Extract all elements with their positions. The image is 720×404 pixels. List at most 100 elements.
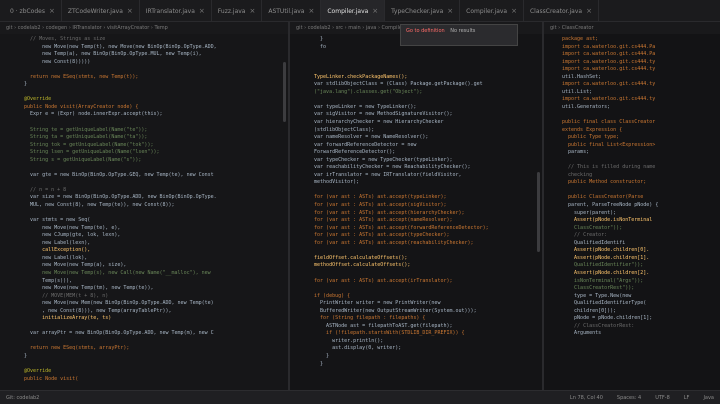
code-line[interactable]: ForwardReferenceDetector(); <box>290 149 542 157</box>
breadcrumb-left[interactable]: git › codelab2 › codegen › IRTranslator … <box>0 22 288 34</box>
code-line[interactable]: new Label(lexn), <box>0 240 288 248</box>
status-item[interactable]: LF <box>684 395 690 401</box>
close-icon[interactable]: × <box>249 7 255 15</box>
code-line[interactable]: import ca.waterloo.git.cs444.Pa <box>544 51 720 59</box>
code-line[interactable]: util.HashSet; <box>544 74 720 82</box>
code-line[interactable]: public Type type; <box>544 134 720 142</box>
code-line[interactable] <box>290 187 542 195</box>
code-line[interactable] <box>544 111 720 119</box>
code-line[interactable] <box>0 66 288 74</box>
code-line[interactable]: BufferedWriter(new OutputStreamWriter(Sy… <box>290 308 542 316</box>
code-line[interactable]: new CJump(gte, lok, lexn), <box>0 232 288 240</box>
code-line[interactable] <box>544 157 720 165</box>
code-line[interactable]: new Move(new Temp(tm), new Temp(te)), <box>0 285 288 293</box>
tab-8[interactable]: ClassCreator.java × <box>524 0 599 21</box>
close-icon[interactable]: × <box>447 7 453 15</box>
code-line[interactable] <box>0 210 288 218</box>
code-line[interactable]: for (var ast : ASTs) ast.accept(irTransl… <box>290 278 542 286</box>
code-line[interactable]: new Label(lok), <box>0 255 288 263</box>
code-line[interactable]: String s = getUniqueLabel(Name("s")); <box>0 157 288 165</box>
close-icon[interactable]: × <box>127 7 133 15</box>
code-line[interactable]: parent, ParseTreeNode pNode) { <box>544 202 720 210</box>
code-line[interactable] <box>0 323 288 331</box>
code-line[interactable]: for (var ast : ASTs) ast.accept(hierarch… <box>290 210 542 218</box>
code-line[interactable] <box>0 383 288 390</box>
tab-1[interactable]: ZTCodeWriter.java × <box>62 0 140 21</box>
code-line[interactable]: String ta = getUniqueLabel(Name("ta")); <box>0 134 288 142</box>
code-line[interactable] <box>290 66 542 74</box>
status-item[interactable]: Spaces: 4 <box>617 395 641 401</box>
code-line[interactable]: import ca.waterloo.git.cs444.Pa <box>544 44 720 52</box>
code-line[interactable]: String te = getUniqueLabel(Name("te")); <box>0 127 288 135</box>
code-line[interactable]: super(parent); <box>544 210 720 218</box>
code-line[interactable]: import ca.waterloo.git.cs444.ty <box>544 66 720 74</box>
code-line[interactable]: if (debug) { <box>290 293 542 301</box>
code-line[interactable] <box>544 187 720 195</box>
code-line[interactable]: Temp(s))), <box>0 278 288 286</box>
code-line[interactable]: initializeArray(te, ts) <box>0 315 288 323</box>
code-line[interactable]: isNonTerminal("Args")); <box>544 278 720 286</box>
code-line[interactable]: var hierarchyChecker = new HierarchyChec… <box>290 119 542 127</box>
git-branch-status[interactable]: Git: codelab2 <box>6 395 39 401</box>
code-line[interactable]: Assert(pNode.children[1]. <box>544 255 720 263</box>
code-line[interactable]: import ca.waterloo.git.cs444.ty <box>544 59 720 67</box>
definition-popup[interactable]: Go to definition No results <box>400 24 518 46</box>
code-line[interactable]: util.List; <box>544 89 720 97</box>
code-line[interactable]: ast.display(0, writer); <box>290 345 542 353</box>
code-line[interactable]: new Temp(a), new BinOp(BinOp.OpType.MUL,… <box>0 51 288 59</box>
code-line[interactable]: new Const(8))))) <box>0 59 288 67</box>
code-line[interactable]: // This is filled during name <box>544 164 720 172</box>
code-line[interactable]: for (var ast : ASTs) ast.accept(forwardR… <box>290 225 542 233</box>
code-line[interactable] <box>290 59 542 67</box>
code-line[interactable]: type = Type.New(new <box>544 293 720 301</box>
code-line[interactable] <box>0 361 288 369</box>
status-item[interactable]: Ln 78, Col 40 <box>570 395 603 401</box>
code-line[interactable]: QualifiedIdentifier")); <box>544 262 720 270</box>
code-line[interactable]: PrintWriter writer = new PrintWriter(new <box>290 300 542 308</box>
code-line[interactable]: var size = new BinOp(BinOp.OpType.ADD, n… <box>0 194 288 202</box>
close-icon[interactable]: × <box>49 7 55 15</box>
code-line[interactable]: public Node visit( <box>0 376 288 384</box>
close-icon[interactable]: × <box>586 7 592 15</box>
code-line[interactable]: Expr e = (Expr) node.innerExpr.accept(th… <box>0 111 288 119</box>
tab-0[interactable]: 0 · zbCodes × <box>4 0 62 21</box>
code-line[interactable]: ("java.lang").classes.get("Object"); <box>290 89 542 97</box>
code-line[interactable]: var reachabilityChecker = new Reachabili… <box>290 164 542 172</box>
close-icon[interactable]: × <box>199 7 205 15</box>
code-line[interactable]: checking <box>544 172 720 180</box>
close-icon[interactable]: × <box>511 7 517 15</box>
code-line[interactable]: for (String filepath : filepaths) { <box>290 315 542 323</box>
code-line[interactable]: var forwardReferenceDetector = new <box>290 142 542 150</box>
breadcrumb-right[interactable]: git › ClassCreator <box>544 22 720 34</box>
code-line[interactable]: import ca.waterloo.git.cs444.ty <box>544 81 720 89</box>
code-line[interactable] <box>290 51 542 59</box>
tab-5[interactable]: Compiler.java × <box>321 0 386 21</box>
code-line[interactable]: String tok = getUniqueLabel(Name("tok"))… <box>0 142 288 150</box>
code-line[interactable]: var nameResolver = new NameResolver(); <box>290 134 542 142</box>
code-line[interactable]: } <box>0 353 288 361</box>
code-line[interactable]: } <box>290 353 542 361</box>
code-line[interactable]: new Move(new Temp(t), new Move(new BinOp… <box>0 44 288 52</box>
code-line[interactable]: @Override <box>0 96 288 104</box>
close-icon[interactable]: × <box>308 7 314 15</box>
code-line[interactable]: new Move(new Temp(s), new Call(new Name(… <box>0 270 288 278</box>
code-line[interactable]: var gte = new BinOp(BinOp.OpType.GEQ, ne… <box>0 172 288 180</box>
code-line[interactable]: params; <box>544 149 720 157</box>
code-line[interactable]: public Method constructor; <box>544 179 720 187</box>
editor-pane-left[interactable]: git › codelab2 › codegen › IRTranslator … <box>0 22 288 390</box>
code-area-right[interactable]: package ast; import ca.waterloo.git.cs444… <box>544 34 720 338</box>
code-line[interactable]: // MOVE(MEM(t + 8), n) <box>0 293 288 301</box>
code-line[interactable] <box>0 119 288 127</box>
code-line[interactable]: ClassCreatorRest")); <box>544 285 720 293</box>
close-icon[interactable]: × <box>372 7 378 15</box>
code-line[interactable]: var arrayPtr = new BinOp(BinOp.OpType.AD… <box>0 330 288 338</box>
code-line[interactable]: } <box>290 361 542 369</box>
scrollbar-left[interactable] <box>283 62 286 122</box>
code-line[interactable]: new Move(new Mem(new BinOp(BinOp.OpType.… <box>0 300 288 308</box>
code-line[interactable]: extends Expression { <box>544 127 720 135</box>
code-line[interactable]: QualifiedIdentifi <box>544 240 720 248</box>
code-line[interactable]: methodOffset.calculateOffsets(); <box>290 262 542 270</box>
code-line[interactable]: // Moves, Strings as size <box>0 36 288 44</box>
code-line[interactable]: Arguments <box>544 330 720 338</box>
code-line[interactable]: var sigVisitor = new MethodSignatureVisi… <box>290 111 542 119</box>
